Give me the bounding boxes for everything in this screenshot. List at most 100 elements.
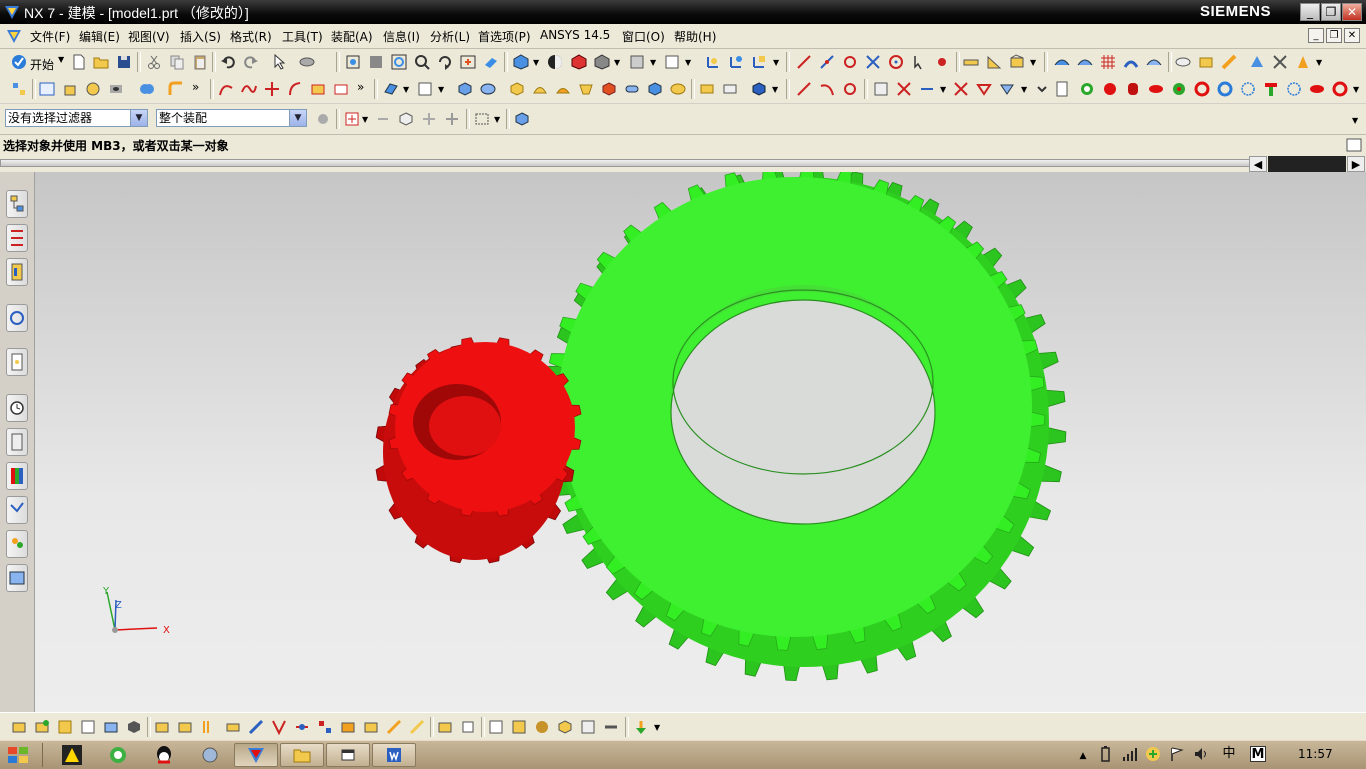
show-hidden-icons-icon[interactable]: ▲ — [1075, 748, 1091, 764]
gear-tool-icon[interactable] — [1294, 53, 1312, 71]
measure-body-icon[interactable] — [1008, 53, 1026, 71]
tools-icon[interactable] — [1271, 53, 1289, 71]
revolve-icon[interactable] — [84, 80, 102, 98]
texture-icon[interactable] — [1220, 53, 1238, 71]
show-all-icon[interactable] — [513, 110, 531, 128]
redo-icon[interactable] — [242, 53, 260, 71]
palette-tab[interactable] — [6, 462, 28, 490]
menu-information[interactable]: 信息(I) — [383, 28, 420, 45]
assembly-constraints-icon[interactable] — [436, 718, 454, 736]
draft-icon[interactable] — [975, 80, 993, 98]
taskbar-word-button[interactable] — [372, 743, 416, 767]
menu-view[interactable]: 视图(V) — [128, 28, 170, 45]
gear-bronze-icon[interactable] — [533, 718, 551, 736]
sphere-icon[interactable] — [531, 80, 549, 98]
mirror-icon[interactable] — [721, 80, 739, 98]
background-icon[interactable] — [628, 53, 646, 71]
mdi-minimize-button[interactable]: _ — [1308, 28, 1324, 43]
display-dropdown-icon[interactable]: ▼ — [614, 58, 620, 67]
gear-tool-dropdown-icon[interactable]: ▼ — [1316, 58, 1322, 67]
select-component-icon[interactable] — [443, 110, 461, 128]
large-gear[interactable] — [541, 172, 1067, 682]
select-body-icon[interactable] — [397, 110, 415, 128]
ruled-icon[interactable] — [1145, 53, 1163, 71]
save-icon[interactable] — [115, 53, 133, 71]
zoom-window-icon[interactable] — [367, 53, 385, 71]
menu-tools[interactable]: 工具(T) — [282, 28, 323, 45]
layer-dropdown-icon[interactable]: ▼ — [685, 58, 691, 67]
pan-icon[interactable] — [459, 53, 477, 71]
boss-icon[interactable] — [554, 80, 572, 98]
cone-icon[interactable] — [508, 80, 526, 98]
snap-point-icon[interactable] — [343, 110, 361, 128]
snap-quadrant-icon[interactable] — [910, 53, 928, 71]
trim-body-icon[interactable] — [872, 80, 890, 98]
pad-icon[interactable] — [600, 80, 618, 98]
render-icon[interactable] — [1174, 53, 1192, 71]
security-icon[interactable] — [1145, 746, 1161, 762]
toolbar-overflow-icon[interactable]: » — [192, 80, 199, 94]
snap-intersection-icon[interactable] — [864, 53, 882, 71]
small-gear[interactable] — [375, 337, 582, 564]
general-selection-filter-icon[interactable] — [314, 110, 332, 128]
menu-insert[interactable]: 插入(S) — [180, 28, 221, 45]
ansys-icon[interactable] — [62, 745, 82, 765]
thread-icon[interactable] — [669, 80, 687, 98]
gear-red-icon[interactable] — [1101, 80, 1119, 98]
menu-ansys[interactable]: ANSYS 14.5 — [540, 28, 610, 42]
battery-icon[interactable] — [1097, 746, 1113, 762]
chamfer-icon[interactable] — [952, 80, 970, 98]
gear-green-icon[interactable] — [1078, 80, 1096, 98]
clearance-icon[interactable] — [224, 718, 242, 736]
wcs-icon[interactable] — [704, 53, 722, 71]
fastener-icon[interactable] — [579, 718, 597, 736]
sprocket-icon[interactable] — [1285, 80, 1303, 98]
surface-icon[interactable] — [1053, 53, 1071, 71]
curve-icon[interactable] — [217, 80, 235, 98]
start-orb-icon[interactable] — [6, 745, 30, 765]
rectangle-select-icon[interactable] — [473, 110, 491, 128]
assembly-navigator-icon[interactable] — [10, 80, 28, 98]
edge-blend-icon[interactable] — [167, 80, 185, 98]
check-clearance-icon[interactable] — [385, 718, 403, 736]
deselect-icon[interactable] — [374, 110, 392, 128]
through-curves-icon[interactable] — [1076, 53, 1094, 71]
rectangle-select-dropdown-icon[interactable]: ▼ — [494, 115, 500, 124]
minimize-button[interactable]: _ — [1300, 3, 1320, 21]
rotate-icon[interactable] — [436, 53, 454, 71]
link-icon[interactable] — [459, 718, 477, 736]
wcs-dynamic-icon[interactable] — [727, 53, 745, 71]
mate-component-icon[interactable] — [125, 718, 143, 736]
bearing-icon[interactable] — [1308, 80, 1326, 98]
cue-line-options-icon[interactable] — [1346, 138, 1362, 152]
measure-distance-icon[interactable] — [962, 53, 980, 71]
mirror-assembly-icon[interactable] — [79, 718, 97, 736]
nut-icon[interactable] — [556, 718, 574, 736]
ime-indicator[interactable]: 中 — [1221, 746, 1237, 762]
route-icon[interactable] — [408, 718, 426, 736]
select-icon[interactable] — [270, 53, 288, 71]
studio-icon[interactable] — [1248, 53, 1266, 71]
assembly-add-icon[interactable] — [10, 718, 28, 736]
shaded-edges-icon[interactable] — [570, 53, 588, 71]
chain-icon[interactable] — [1170, 80, 1188, 98]
constraint-navigator-tab[interactable] — [6, 224, 28, 252]
helix-icon[interactable] — [841, 80, 859, 98]
blank-sheet-icon[interactable] — [1053, 80, 1071, 98]
pinned-app-icon[interactable] — [200, 745, 220, 765]
motion-icon[interactable] — [293, 718, 311, 736]
mdi-close-button[interactable]: ✕ — [1344, 28, 1360, 43]
shell-dropdown-icon[interactable]: ▼ — [1021, 85, 1027, 94]
intersection-curve-icon[interactable] — [332, 80, 350, 98]
project-curve-icon[interactable] — [286, 80, 304, 98]
system-materials-tab[interactable] — [6, 428, 28, 456]
pocket-icon[interactable] — [577, 80, 595, 98]
load-dropdown-icon[interactable]: ▼ — [654, 723, 660, 732]
snap-existing-point-icon[interactable] — [933, 53, 951, 71]
groove-icon[interactable] — [646, 80, 664, 98]
menu-format[interactable]: 格式(R) — [230, 28, 272, 45]
replace-component-icon[interactable] — [339, 718, 357, 736]
datum-plane-icon[interactable] — [382, 80, 400, 98]
offset-curve-icon[interactable] — [263, 80, 281, 98]
exploded-view-icon[interactable] — [199, 718, 217, 736]
